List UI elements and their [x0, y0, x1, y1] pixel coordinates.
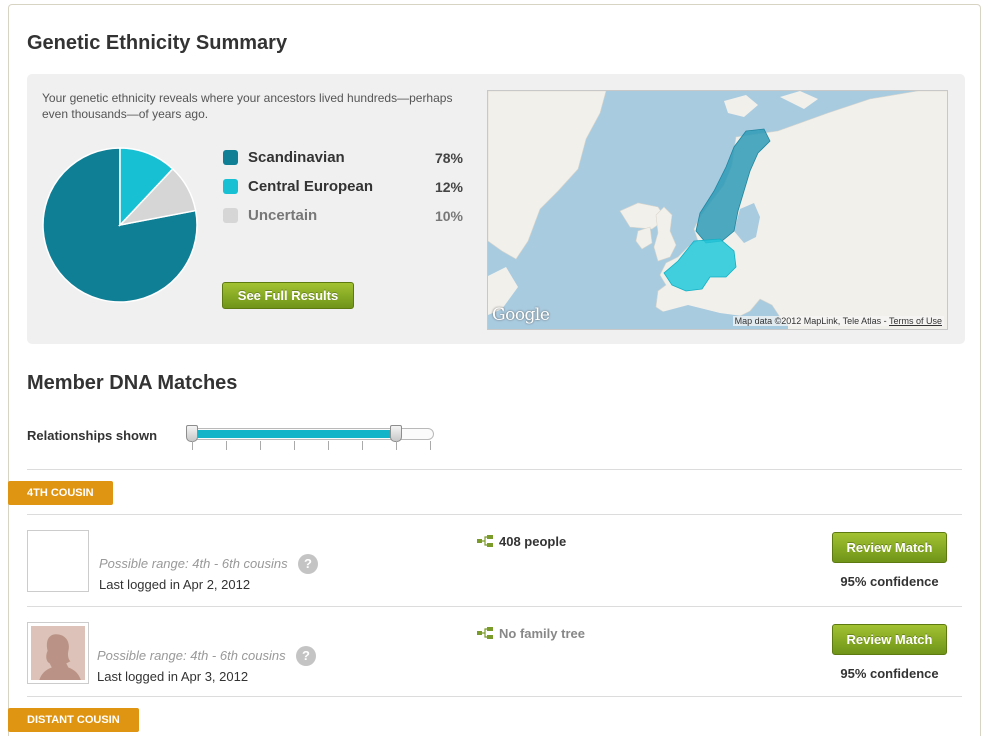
- review-match-button[interactable]: Review Match: [832, 624, 947, 655]
- legend-name: Uncertain: [248, 207, 318, 224]
- legend-swatch-uncertain: [223, 208, 238, 223]
- family-tree-info: No family tree: [477, 626, 585, 641]
- match-row: Possible range: 4th - 6th cousins ? Last…: [27, 530, 962, 622]
- confidence-label: 95% confidence: [840, 574, 939, 589]
- slider-thumb-max[interactable]: [390, 425, 402, 442]
- legend-row-uncertain[interactable]: Uncertain 10%: [223, 206, 463, 235]
- google-logo: Google: [492, 305, 550, 325]
- legend-name: Scandinavian: [248, 149, 345, 166]
- last-logged-in: Last logged in Apr 2, 2012: [99, 577, 251, 592]
- slider-tick: [430, 441, 431, 450]
- ethnicity-pie-chart[interactable]: [41, 146, 199, 304]
- terms-of-use-link[interactable]: Terms of Use: [889, 316, 942, 326]
- slider-fill: [191, 430, 398, 438]
- relationship-slider[interactable]: [186, 425, 434, 442]
- ethnicity-intro: Your genetic ethnicity reveals where you…: [42, 91, 453, 121]
- ethnicity-title: Genetic Ethnicity Summary: [27, 32, 288, 54]
- map-graphic: [488, 91, 947, 329]
- ethnicity-legend: Scandinavian 78% Central European 12% Un…: [223, 148, 463, 235]
- category-badge-distant-cousin: DISTANT COUSIN: [8, 708, 139, 732]
- ethnicity-panel: Your genetic ethnicity reveals where you…: [27, 74, 965, 344]
- legend-percent: 10%: [434, 208, 463, 224]
- help-icon[interactable]: ?: [296, 646, 316, 666]
- map-attribution-text: Map data ©2012 MapLink, Tele Atlas -: [734, 316, 889, 326]
- see-full-results-button[interactable]: See Full Results: [222, 282, 354, 309]
- slider-tick: [192, 441, 193, 450]
- family-tree-count: 408 people: [499, 534, 567, 549]
- ethnicity-map[interactable]: Google Map data ©2012 MapLink, Tele Atla…: [487, 90, 948, 330]
- slider-ticks: [192, 441, 432, 451]
- avatar-image: [31, 534, 85, 588]
- dna-matches-title: Member DNA Matches: [27, 372, 238, 394]
- row-divider: [27, 696, 962, 697]
- avatar[interactable]: [27, 530, 89, 592]
- slider-tick: [328, 441, 329, 450]
- legend-percent: 12%: [434, 179, 463, 195]
- last-logged-in: Last logged in Apr 3, 2012: [97, 669, 249, 684]
- legend-percent: 78%: [434, 150, 463, 166]
- avatar[interactable]: [27, 622, 89, 684]
- map-attribution: Map data ©2012 MapLink, Tele Atlas - Ter…: [732, 316, 944, 326]
- family-tree-icon: [477, 535, 493, 547]
- slider-thumb-min[interactable]: [186, 425, 198, 442]
- family-tree-icon: [477, 627, 493, 639]
- possible-range: Possible range: 4th - 6th cousins: [99, 556, 288, 571]
- section-divider: [27, 469, 962, 470]
- legend-name: Central European: [248, 178, 374, 195]
- legend-row-central-european[interactable]: Central European 12%: [223, 177, 463, 206]
- slider-tick: [362, 441, 363, 450]
- slider-tick: [294, 441, 295, 450]
- legend-swatch-scandinavian: [223, 150, 238, 165]
- slider-tick: [226, 441, 227, 450]
- category-badge-4th-cousin: 4TH COUSIN: [8, 481, 113, 505]
- family-tree-info[interactable]: 408 people: [477, 534, 566, 549]
- legend-swatch-central-european: [223, 179, 238, 194]
- help-icon[interactable]: ?: [298, 554, 318, 574]
- section-divider: [27, 514, 962, 515]
- review-match-button[interactable]: Review Match: [832, 532, 947, 563]
- legend-row-scandinavian[interactable]: Scandinavian 78%: [223, 148, 463, 177]
- row-divider: [27, 606, 962, 607]
- family-tree-count: No family tree: [499, 626, 585, 641]
- match-row: Possible range: 4th - 6th cousins ? Last…: [27, 622, 962, 714]
- female-silhouette-icon: [31, 626, 85, 680]
- slider-tick: [260, 441, 261, 450]
- confidence-label: 95% confidence: [840, 666, 939, 681]
- possible-range: Possible range: 4th - 6th cousins: [97, 648, 286, 663]
- relationships-shown-label: Relationships shown: [27, 428, 158, 443]
- slider-tick: [396, 441, 397, 450]
